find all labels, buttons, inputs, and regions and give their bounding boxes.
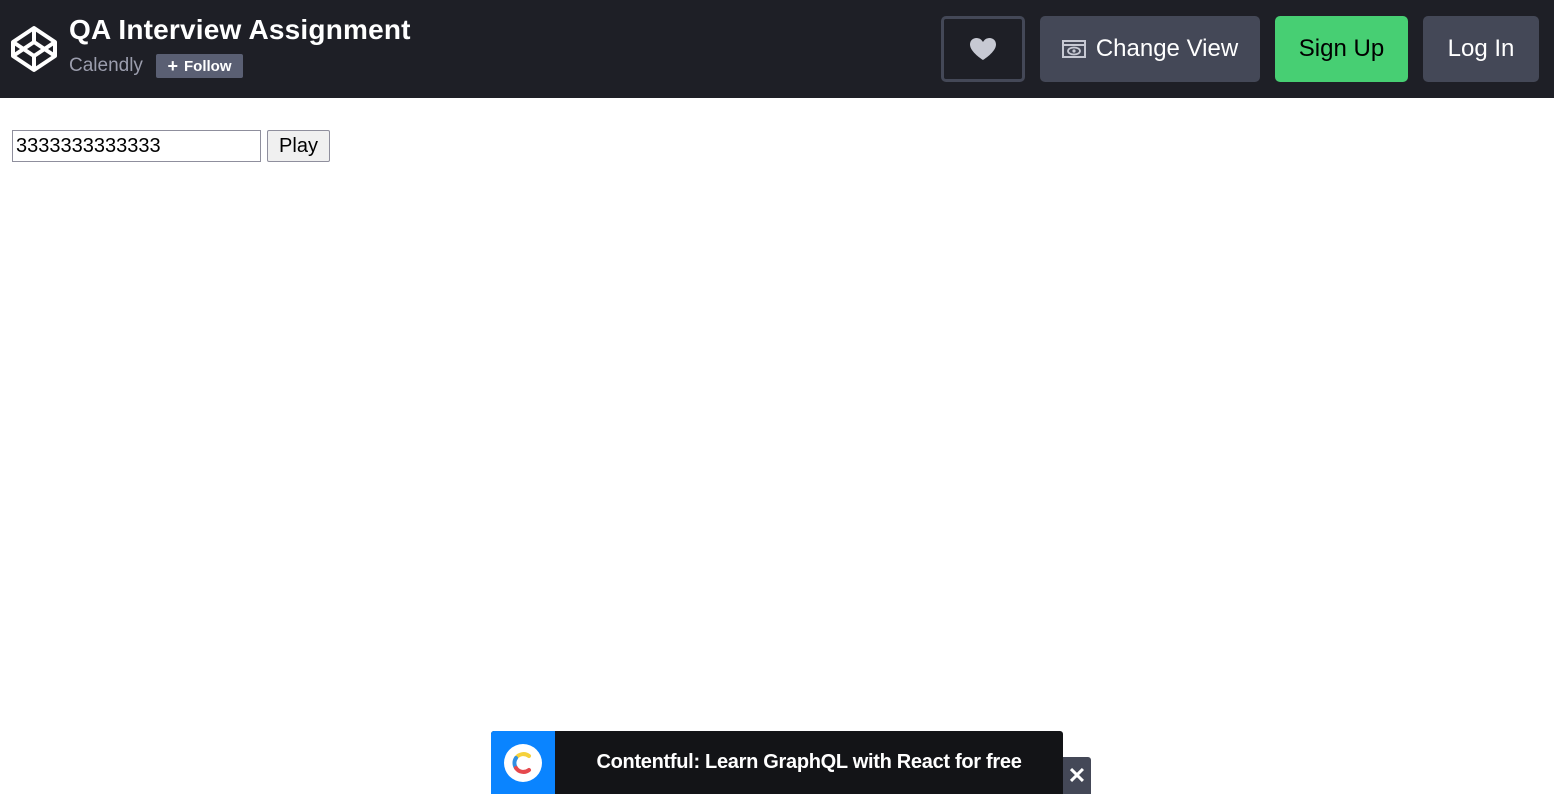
change-view-button[interactable]: Change View: [1040, 16, 1260, 82]
heart-icon: [970, 38, 996, 60]
codepen-logo-icon[interactable]: [10, 25, 58, 73]
ad-text: Contentful: Learn GraphQL with React for…: [596, 751, 1022, 773]
change-view-label: Change View: [1095, 35, 1239, 62]
eye-icon: [1061, 40, 1086, 58]
plus-icon: +: [167, 56, 178, 76]
play-button[interactable]: Play: [267, 130, 330, 162]
author-link[interactable]: Calendly: [69, 55, 143, 77]
ad-logo-box: [491, 731, 555, 794]
sign-up-button[interactable]: Sign Up: [1275, 16, 1408, 82]
sign-up-label: Sign Up: [1298, 35, 1385, 62]
log-in-button[interactable]: Log In: [1423, 16, 1539, 82]
close-icon[interactable]: ✕: [1063, 757, 1091, 794]
follow-label: Follow: [184, 57, 232, 75]
number-input[interactable]: [12, 130, 261, 162]
top-header: QA Interview Assignment Calendly + Follo…: [0, 0, 1554, 98]
heart-button[interactable]: [941, 16, 1025, 82]
contentful-logo-icon: [504, 743, 542, 782]
log-in-label: Log In: [1447, 35, 1515, 62]
ad-banner[interactable]: Contentful: Learn GraphQL with React for…: [491, 731, 1063, 794]
follow-button[interactable]: + Follow: [156, 54, 243, 78]
pen-title: QA Interview Assignment: [69, 14, 411, 45]
